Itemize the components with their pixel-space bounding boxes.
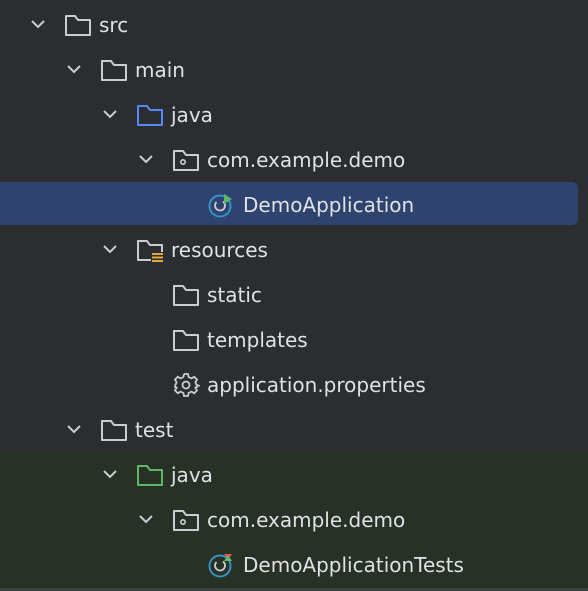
tree-item-main[interactable]: main bbox=[0, 47, 588, 92]
package-icon bbox=[173, 510, 199, 531]
tree-item-label: src bbox=[99, 13, 129, 37]
folder-icon bbox=[173, 285, 199, 306]
tree-item-demo-application-tests[interactable]: DemoApplicationTests bbox=[0, 542, 588, 587]
chevron-down-icon[interactable] bbox=[100, 104, 120, 124]
test-class-icon bbox=[208, 554, 232, 578]
tree-item-package[interactable]: com.example.demo bbox=[0, 137, 588, 182]
tree-item-label: main bbox=[135, 58, 185, 82]
tree-item-label: test bbox=[135, 418, 174, 442]
tree-item-templates[interactable]: templates bbox=[0, 317, 588, 362]
tree-item-label: java bbox=[171, 463, 213, 487]
tree-item-java-source-root[interactable]: java bbox=[0, 92, 588, 137]
tree-item-src[interactable]: src bbox=[0, 2, 588, 47]
folder-icon bbox=[173, 330, 199, 351]
tree-item-application-properties[interactable]: application.properties bbox=[0, 362, 588, 407]
tree-item-label: DemoApplicationTests bbox=[243, 553, 464, 577]
tree-item-resources[interactable]: resources bbox=[0, 227, 588, 272]
tree-item-label: static bbox=[207, 283, 262, 307]
source-root-folder-icon bbox=[137, 105, 163, 126]
chevron-down-icon[interactable] bbox=[100, 239, 120, 259]
gear-icon bbox=[173, 373, 200, 397]
tree-item-demo-application[interactable]: DemoApplication bbox=[0, 182, 588, 227]
project-tree: src main java com.example.demo DemoAppli… bbox=[0, 0, 588, 591]
chevron-down-icon[interactable] bbox=[136, 149, 156, 169]
tree-item-label: templates bbox=[207, 328, 308, 352]
spring-boot-class-icon bbox=[208, 194, 232, 218]
tree-item-test[interactable]: test bbox=[0, 407, 588, 452]
tree-item-label: application.properties bbox=[207, 373, 426, 397]
tree-item-label: com.example.demo bbox=[207, 148, 406, 172]
folder-icon bbox=[65, 15, 91, 36]
folder-icon bbox=[101, 60, 127, 81]
tree-item-label: resources bbox=[171, 238, 268, 262]
package-icon bbox=[173, 150, 199, 171]
tree-item-test-package[interactable]: com.example.demo bbox=[0, 497, 588, 542]
chevron-down-icon[interactable] bbox=[64, 419, 84, 439]
test-root-folder-icon bbox=[137, 465, 163, 486]
tree-item-label: com.example.demo bbox=[207, 508, 406, 532]
chevron-down-icon[interactable] bbox=[64, 59, 84, 79]
tree-item-java-test-root[interactable]: java bbox=[0, 452, 588, 497]
resources-folder-icon bbox=[137, 240, 163, 262]
chevron-down-icon[interactable] bbox=[136, 509, 156, 529]
tree-item-static[interactable]: static bbox=[0, 272, 588, 317]
tree-item-label: DemoApplication bbox=[243, 193, 415, 217]
folder-icon bbox=[101, 420, 127, 441]
chevron-down-icon[interactable] bbox=[100, 464, 120, 484]
chevron-down-icon[interactable] bbox=[28, 14, 48, 34]
tree-item-label: java bbox=[171, 103, 213, 127]
